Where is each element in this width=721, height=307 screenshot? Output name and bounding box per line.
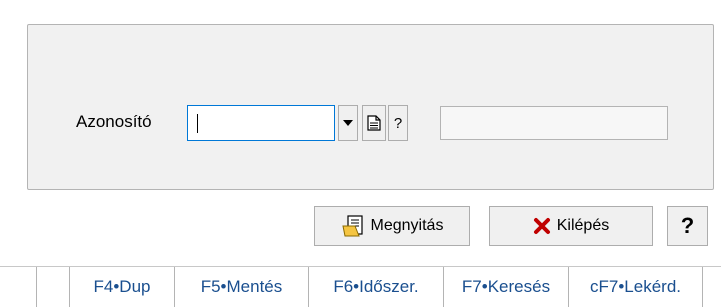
status-item-f6-update[interactable]: F6•Időszer. [308,267,443,307]
azonosito-input[interactable] [187,105,335,141]
status-item-label: F4•Dup [93,277,151,296]
triangle-down-icon [343,120,353,126]
help-button[interactable]: ? [667,206,708,246]
field-help-label: ? [393,114,403,132]
status-item-f7-search[interactable]: F7•Keresés [443,267,568,307]
status-item-f4-dup[interactable]: F4•Dup [69,267,174,307]
status-separator [36,267,37,307]
status-item-label: cF7•Lekérd. [590,277,681,296]
status-item-f5-save[interactable]: F5•Mentés [174,267,308,307]
text-caret [197,114,198,133]
exit-button-label: Kilépés [556,217,610,234]
document-button[interactable] [362,105,386,141]
dropdown-button[interactable] [338,105,358,141]
help-button-label: ? [680,213,695,238]
function-key-bar: F4•Dup F5•Mentés F6•Időszer. F7•Keresés … [0,266,721,307]
open-document-icon [341,215,363,237]
status-item-label: F7•Keresés [461,277,551,296]
status-item-label: F5•Mentés [200,277,283,296]
open-button-label: Megnyitás [370,217,444,234]
field-help-button[interactable]: ? [388,105,408,141]
azonosito-label: Azonosító [76,112,152,131]
exit-button[interactable]: Kilépés [489,206,653,246]
open-button[interactable]: Megnyitás [314,206,470,246]
description-display [440,106,668,140]
document-icon [367,115,381,131]
status-item-cf7-query[interactable]: cF7•Lekérd. [568,267,703,307]
red-x-icon [533,218,550,234]
status-item-label: F6•Időszer. [333,277,419,296]
